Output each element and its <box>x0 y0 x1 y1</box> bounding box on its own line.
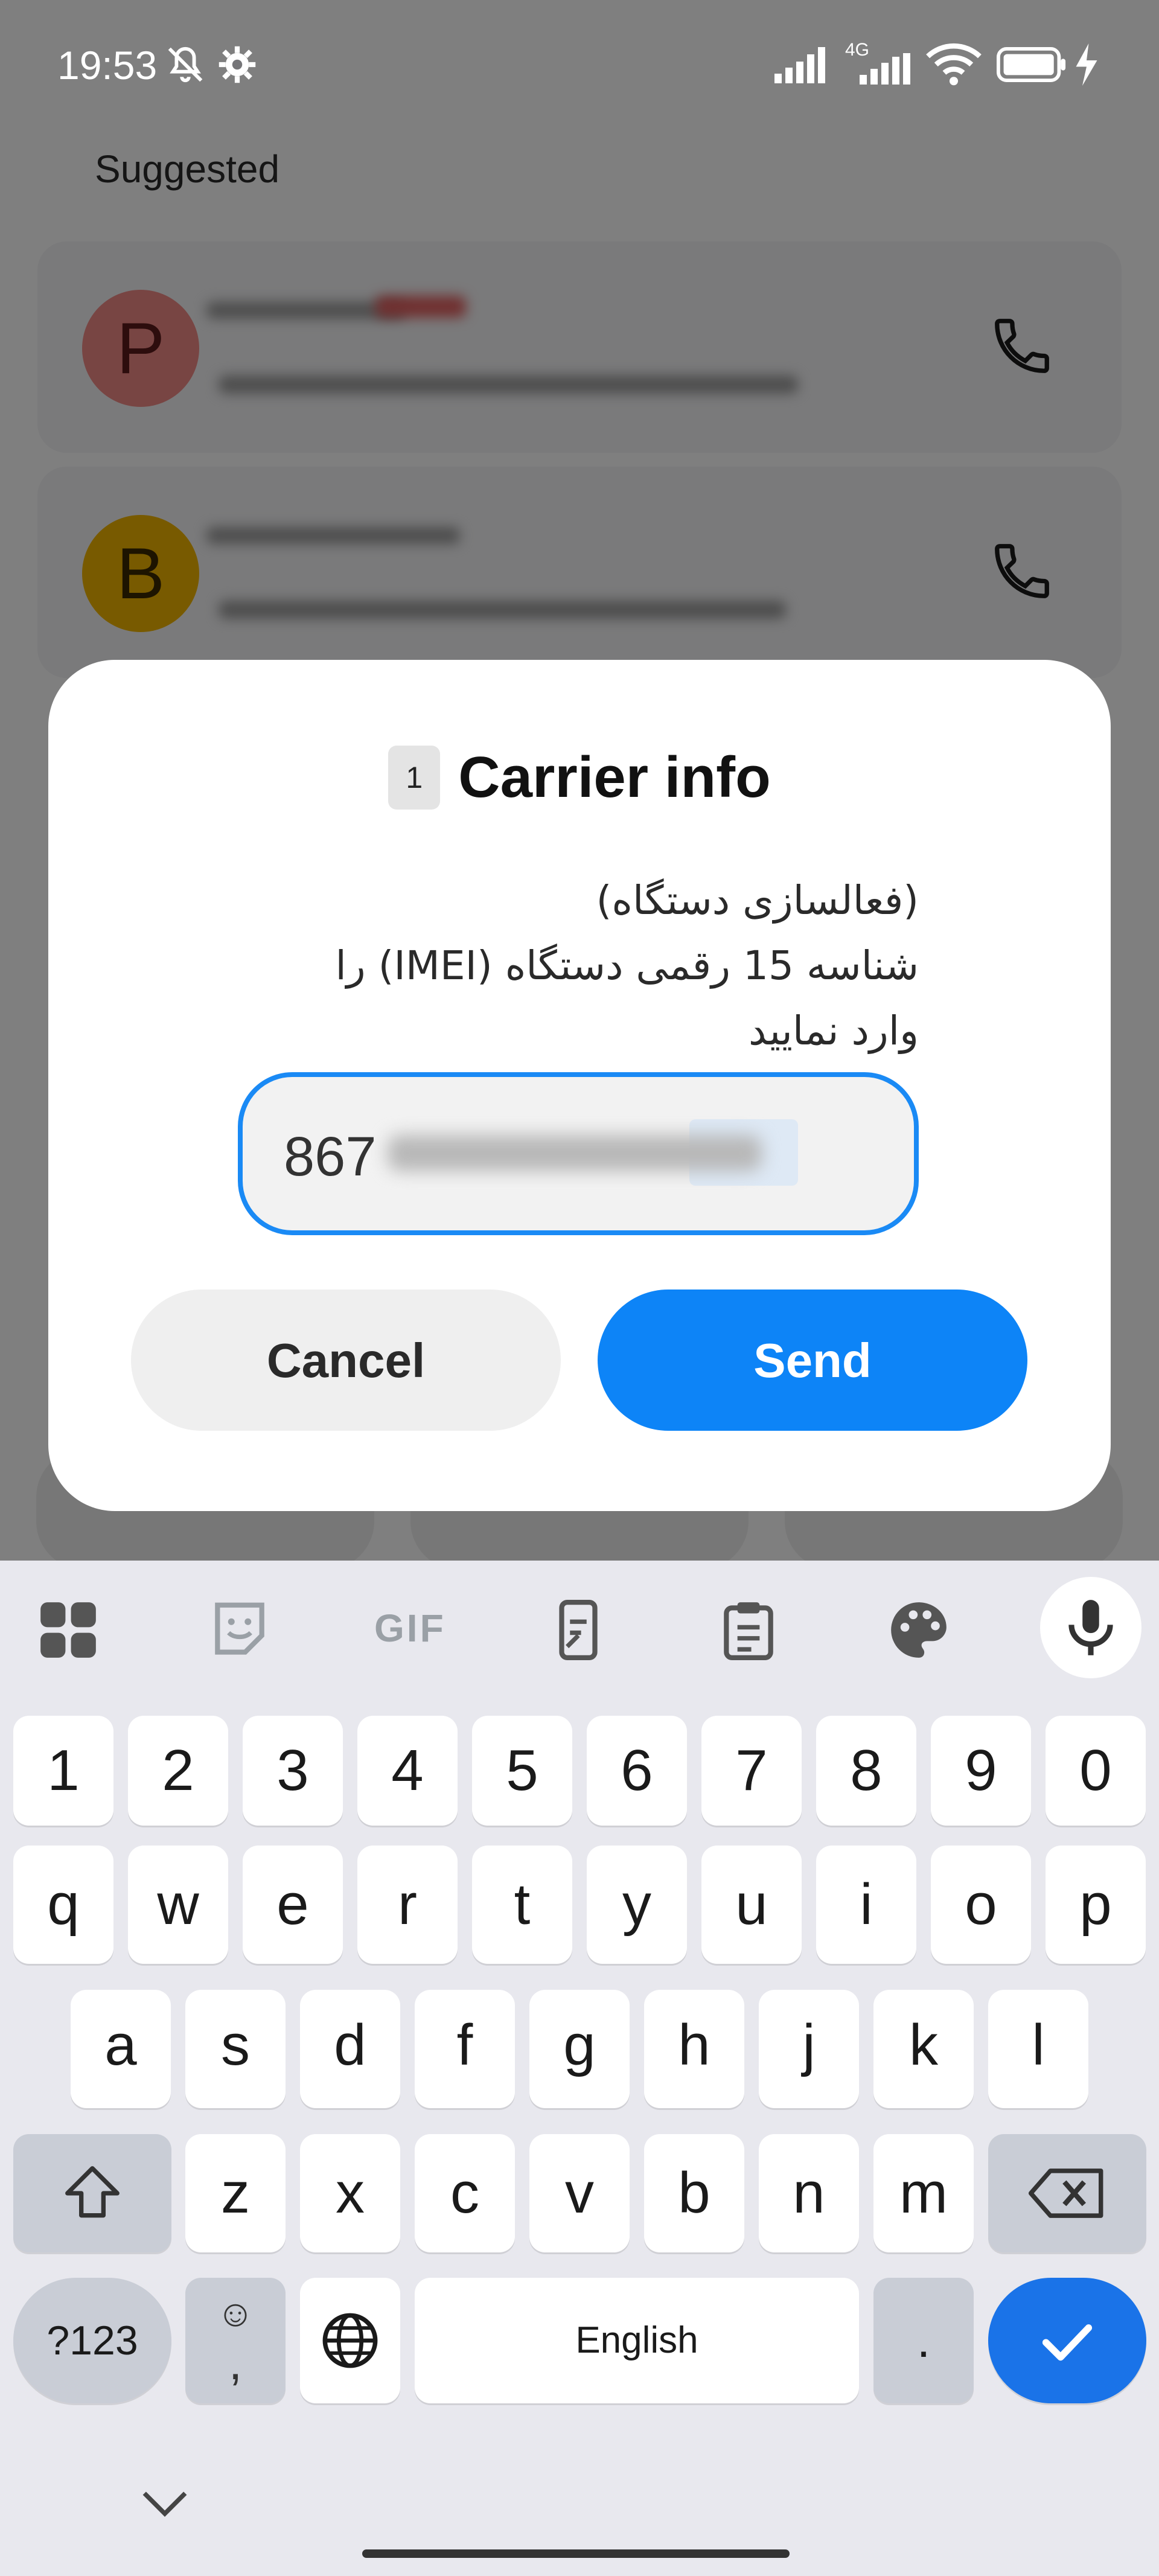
globe-icon <box>322 2313 378 2368</box>
carrier-info-dialog: 1 Carrier info (فعالسازی دستگاه) شناسه 15… <box>48 660 1111 1511</box>
key-5[interactable]: 5 <box>472 1716 572 1826</box>
chevron-down-icon[interactable] <box>138 2481 192 2523</box>
key-u[interactable]: u <box>701 1846 802 1964</box>
key-m[interactable]: m <box>873 2134 974 2252</box>
key-9[interactable]: 9 <box>931 1716 1031 1826</box>
key-n[interactable]: n <box>759 2134 859 2252</box>
dialog-header: 1 Carrier info <box>48 744 1111 811</box>
key-c[interactable]: c <box>415 2134 515 2252</box>
send-button[interactable]: Send <box>598 1290 1027 1431</box>
battery-icon <box>997 47 1066 82</box>
period-key[interactable]: . <box>873 2278 974 2403</box>
key-t[interactable]: t <box>472 1846 572 1964</box>
key-w[interactable]: w <box>128 1846 228 1964</box>
key-2[interactable]: 2 <box>128 1716 228 1826</box>
key-e[interactable]: e <box>243 1846 343 1964</box>
key-d[interactable]: d <box>300 1990 400 2108</box>
status-bar: 19:53 4G <box>0 0 1159 130</box>
key-a[interactable]: a <box>71 1990 171 2108</box>
enter-done-key[interactable] <box>988 2278 1146 2403</box>
backspace-key[interactable] <box>988 2134 1146 2252</box>
key-7[interactable]: 7 <box>701 1716 802 1826</box>
navigation-handle[interactable] <box>362 2549 790 2558</box>
spacebar-key[interactable]: English <box>415 2278 859 2403</box>
sim-card-icon: 1 <box>388 746 441 810</box>
key-j[interactable]: j <box>759 1990 859 2108</box>
key-g[interactable]: g <box>529 1990 630 2108</box>
wifi-icon <box>926 43 982 86</box>
dialog-title: Carrier info <box>458 745 771 810</box>
shift-icon <box>65 2166 120 2218</box>
language-key[interactable] <box>300 2278 400 2403</box>
mute-icon <box>168 46 203 83</box>
checkmark-icon <box>1042 2324 1093 2361</box>
shift-key[interactable] <box>13 2134 171 2252</box>
redacted-imei <box>388 1135 762 1171</box>
key-s[interactable]: s <box>185 1990 286 2108</box>
dialog-message-line: شناسه 15 رقمی دستگاه (IMEI) را <box>335 942 919 989</box>
key-l[interactable]: l <box>988 1990 1088 2108</box>
dialog-message-line: وارد نمایید <box>748 1008 919 1054</box>
dialog-message: (فعالسازی دستگاه) شناسه 15 رقمی دستگاه (… <box>194 868 919 1064</box>
emoji-comma-key[interactable]: ☺ , <box>185 2278 286 2403</box>
key-b[interactable]: b <box>644 2134 744 2252</box>
key-q[interactable]: q <box>13 1846 113 1964</box>
imei-input-value: 867 <box>284 1126 377 1187</box>
key-z[interactable]: z <box>185 2134 286 2252</box>
key-4[interactable]: 4 <box>357 1716 458 1826</box>
key-3[interactable]: 3 <box>243 1716 343 1826</box>
microphone-icon <box>1068 1600 1113 1655</box>
key-y[interactable]: y <box>587 1846 687 1964</box>
cancel-button[interactable]: Cancel <box>131 1290 561 1431</box>
key-f[interactable]: f <box>415 1990 515 2108</box>
key-r[interactable]: r <box>357 1846 458 1964</box>
apps-grid-icon[interactable] <box>35 1597 101 1663</box>
key-x[interactable]: x <box>300 2134 400 2252</box>
key-p[interactable]: p <box>1046 1846 1146 1964</box>
key-k[interactable]: k <box>873 1990 974 2108</box>
dialog-message-line: (فعالسازی دستگاه) <box>596 877 919 924</box>
signal-icon <box>774 47 825 83</box>
key-v[interactable]: v <box>529 2134 630 2252</box>
microphone-button[interactable] <box>1040 1577 1141 1678</box>
gif-button[interactable]: GIF <box>374 1606 446 1651</box>
signal-4g-icon <box>860 53 910 85</box>
emoji-icon: ☺ <box>216 2293 255 2335</box>
comma-label: , <box>228 2336 243 2389</box>
symbols-key[interactable]: ?123 <box>13 2278 171 2403</box>
key-8[interactable]: 8 <box>816 1716 916 1826</box>
key-1[interactable]: 1 <box>13 1716 113 1826</box>
charging-icon <box>1076 43 1097 86</box>
sticker-icon[interactable] <box>206 1597 273 1663</box>
backspace-icon <box>1028 2169 1103 2218</box>
settings-icon <box>219 46 256 83</box>
key-h[interactable]: h <box>644 1990 744 2108</box>
key-6[interactable]: 6 <box>587 1716 687 1826</box>
palette-icon[interactable] <box>886 1597 952 1663</box>
key-0[interactable]: 0 <box>1046 1716 1146 1826</box>
key-i[interactable]: i <box>816 1846 916 1964</box>
clipboard-swap-icon[interactable] <box>545 1597 611 1663</box>
key-o[interactable]: o <box>931 1846 1031 1964</box>
clipboard-icon[interactable] <box>715 1597 782 1663</box>
status-time: 19:53 <box>57 43 158 88</box>
imei-input[interactable]: 867 <box>238 1072 919 1235</box>
